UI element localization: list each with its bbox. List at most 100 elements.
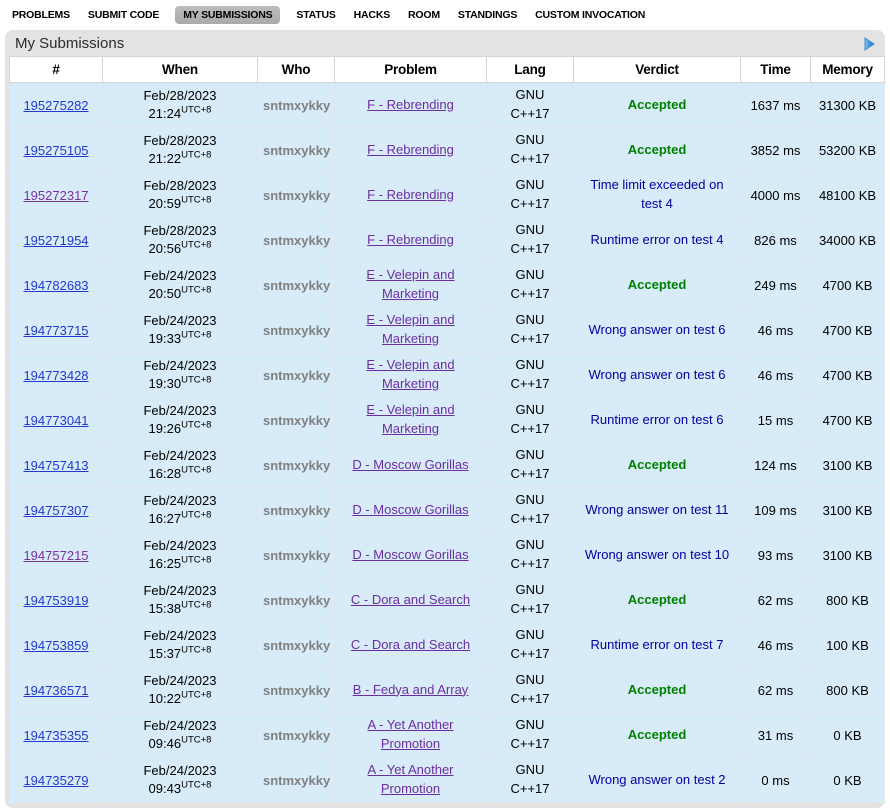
submission-id-link[interactable]: 194735279 bbox=[23, 773, 88, 788]
submission-id-link[interactable]: 194757215 bbox=[23, 548, 88, 563]
cell-problem: F - Rebrending bbox=[335, 83, 487, 128]
user-link[interactable]: sntmxykky bbox=[263, 98, 330, 113]
cell-problem: D - Moscow Gorillas bbox=[335, 488, 487, 533]
cell-submission-id: 194773041 bbox=[10, 398, 103, 443]
submission-id-link[interactable]: 195271954 bbox=[23, 233, 88, 248]
cell-who: sntmxykky bbox=[258, 218, 335, 263]
problem-link[interactable]: D - Moscow Gorillas bbox=[352, 546, 468, 565]
verdict-text[interactable]: Accepted bbox=[628, 277, 687, 292]
user-link[interactable]: sntmxykky bbox=[263, 503, 330, 518]
submission-time: 20:56 bbox=[149, 241, 182, 256]
cell-memory: 0 KB bbox=[811, 713, 885, 758]
submission-id-link[interactable]: 194773428 bbox=[23, 368, 88, 383]
user-link[interactable]: sntmxykky bbox=[263, 278, 330, 293]
cell-time: 109 ms bbox=[741, 488, 811, 533]
problem-link[interactable]: D - Moscow Gorillas bbox=[352, 456, 468, 475]
nav-item-submit-code[interactable]: Submit Code bbox=[86, 6, 161, 24]
problem-link[interactable]: F - Rebrending bbox=[367, 186, 454, 205]
verdict-text[interactable]: Runtime error on test 7 bbox=[591, 637, 724, 652]
verdict-text[interactable]: Wrong answer on test 2 bbox=[588, 772, 725, 787]
verdict-text[interactable]: Wrong answer on test 10 bbox=[585, 547, 729, 562]
language-label: GNU C++17 bbox=[504, 536, 556, 574]
nav-item-standings[interactable]: Standings bbox=[456, 6, 519, 24]
submission-id-link[interactable]: 194753919 bbox=[23, 593, 88, 608]
cell-lang: GNU C++17 bbox=[487, 713, 574, 758]
submission-id-link[interactable]: 195275105 bbox=[23, 143, 88, 158]
problem-link[interactable]: A - Yet Another Promotion bbox=[345, 716, 477, 754]
verdict-text[interactable]: Time limit exceeded on test 4 bbox=[590, 177, 723, 211]
user-link[interactable]: sntmxykky bbox=[263, 413, 330, 428]
cell-submission-id: 194736571 bbox=[10, 668, 103, 713]
submission-id-link[interactable]: 194735355 bbox=[23, 728, 88, 743]
verdict-text[interactable]: Wrong answer on test 6 bbox=[588, 322, 725, 337]
user-link[interactable]: sntmxykky bbox=[263, 458, 330, 473]
submission-id-link[interactable]: 194757413 bbox=[23, 458, 88, 473]
problem-link[interactable]: A - Yet Another Promotion bbox=[345, 761, 477, 799]
cell-lang: GNU C++17 bbox=[487, 173, 574, 218]
submission-id-link[interactable]: 194753859 bbox=[23, 638, 88, 653]
problem-link[interactable]: B - Fedya and Array bbox=[353, 681, 469, 700]
submission-id-link[interactable]: 194757307 bbox=[23, 503, 88, 518]
nav-item-room[interactable]: Room bbox=[406, 6, 442, 24]
cell-time: 15 ms bbox=[741, 398, 811, 443]
problem-link[interactable]: E - Velepin and Marketing bbox=[345, 356, 477, 394]
submission-time: 15:38 bbox=[149, 601, 182, 616]
verdict-text[interactable]: Runtime error on test 6 bbox=[591, 412, 724, 427]
verdict-text[interactable]: Accepted bbox=[628, 457, 687, 472]
verdict-text[interactable]: Accepted bbox=[628, 97, 687, 112]
verdict-text[interactable]: Accepted bbox=[628, 142, 687, 157]
user-link[interactable]: sntmxykky bbox=[263, 188, 330, 203]
nav-item-problems[interactable]: Problems bbox=[10, 6, 72, 24]
verdict-text[interactable]: Wrong answer on test 11 bbox=[585, 502, 728, 517]
problem-link[interactable]: F - Rebrending bbox=[367, 96, 454, 115]
problem-link[interactable]: F - Rebrending bbox=[367, 231, 454, 250]
user-link[interactable]: sntmxykky bbox=[263, 323, 330, 338]
user-link[interactable]: sntmxykky bbox=[263, 368, 330, 383]
nav-item-hacks[interactable]: Hacks bbox=[352, 6, 392, 24]
submission-id-link[interactable]: 194773041 bbox=[23, 413, 88, 428]
user-link[interactable]: sntmxykky bbox=[263, 233, 330, 248]
cell-problem: F - Rebrending bbox=[335, 128, 487, 173]
problem-link[interactable]: C - Dora and Search bbox=[351, 591, 470, 610]
submission-id-link[interactable]: 195272317 bbox=[23, 188, 88, 203]
cell-problem: C - Dora and Search bbox=[335, 623, 487, 668]
submission-id-link[interactable]: 195275282 bbox=[23, 98, 88, 113]
user-link[interactable]: sntmxykky bbox=[263, 548, 330, 563]
expand-arrow-icon[interactable] bbox=[864, 37, 875, 51]
problem-link[interactable]: D - Moscow Gorillas bbox=[352, 501, 468, 520]
problem-link[interactable]: F - Rebrending bbox=[367, 141, 454, 160]
cell-who: sntmxykky bbox=[258, 128, 335, 173]
submission-time: 16:28 bbox=[149, 466, 182, 481]
nav-item-status[interactable]: Status bbox=[294, 6, 337, 24]
header-when: When bbox=[103, 57, 258, 83]
problem-link[interactable]: E - Velepin and Marketing bbox=[345, 311, 477, 349]
submission-id-link[interactable]: 194736571 bbox=[23, 683, 88, 698]
verdict-text[interactable]: Wrong answer on test 6 bbox=[588, 367, 725, 382]
user-link[interactable]: sntmxykky bbox=[263, 773, 330, 788]
verdict-text[interactable]: Runtime error on test 4 bbox=[591, 232, 724, 247]
timezone-label: UTC+8 bbox=[181, 420, 211, 431]
cell-lang: GNU C++17 bbox=[487, 623, 574, 668]
user-link[interactable]: sntmxykky bbox=[263, 683, 330, 698]
user-link[interactable]: sntmxykky bbox=[263, 143, 330, 158]
verdict-text[interactable]: Accepted bbox=[628, 592, 687, 607]
nav-item-custom-invocation[interactable]: Custom Invocation bbox=[533, 6, 647, 24]
user-link[interactable]: sntmxykky bbox=[263, 638, 330, 653]
cell-who: sntmxykky bbox=[258, 443, 335, 488]
problem-link[interactable]: C - Dora and Search bbox=[351, 636, 470, 655]
problem-link[interactable]: E - Velepin and Marketing bbox=[345, 266, 477, 304]
verdict-text[interactable]: Accepted bbox=[628, 727, 687, 742]
table-row: 195275282 Feb/28/2023 21:24UTC+8 sntmxyk… bbox=[10, 83, 885, 128]
verdict-text[interactable]: Accepted bbox=[628, 682, 687, 697]
submission-id-link[interactable]: 194782683 bbox=[23, 278, 88, 293]
nav-item-my-submissions[interactable]: My Submissions bbox=[175, 6, 280, 24]
user-link[interactable]: sntmxykky bbox=[263, 593, 330, 608]
memory-consumed: 3100 KB bbox=[823, 548, 873, 563]
header-lang: Lang bbox=[487, 57, 574, 83]
memory-consumed: 800 KB bbox=[826, 593, 869, 608]
user-link[interactable]: sntmxykky bbox=[263, 728, 330, 743]
cell-when: Feb/24/2023 09:43UTC+8 bbox=[103, 758, 258, 803]
submission-id-link[interactable]: 194773715 bbox=[23, 323, 88, 338]
problem-link[interactable]: E - Velepin and Marketing bbox=[345, 401, 477, 439]
cell-when: Feb/24/2023 15:37UTC+8 bbox=[103, 623, 258, 668]
